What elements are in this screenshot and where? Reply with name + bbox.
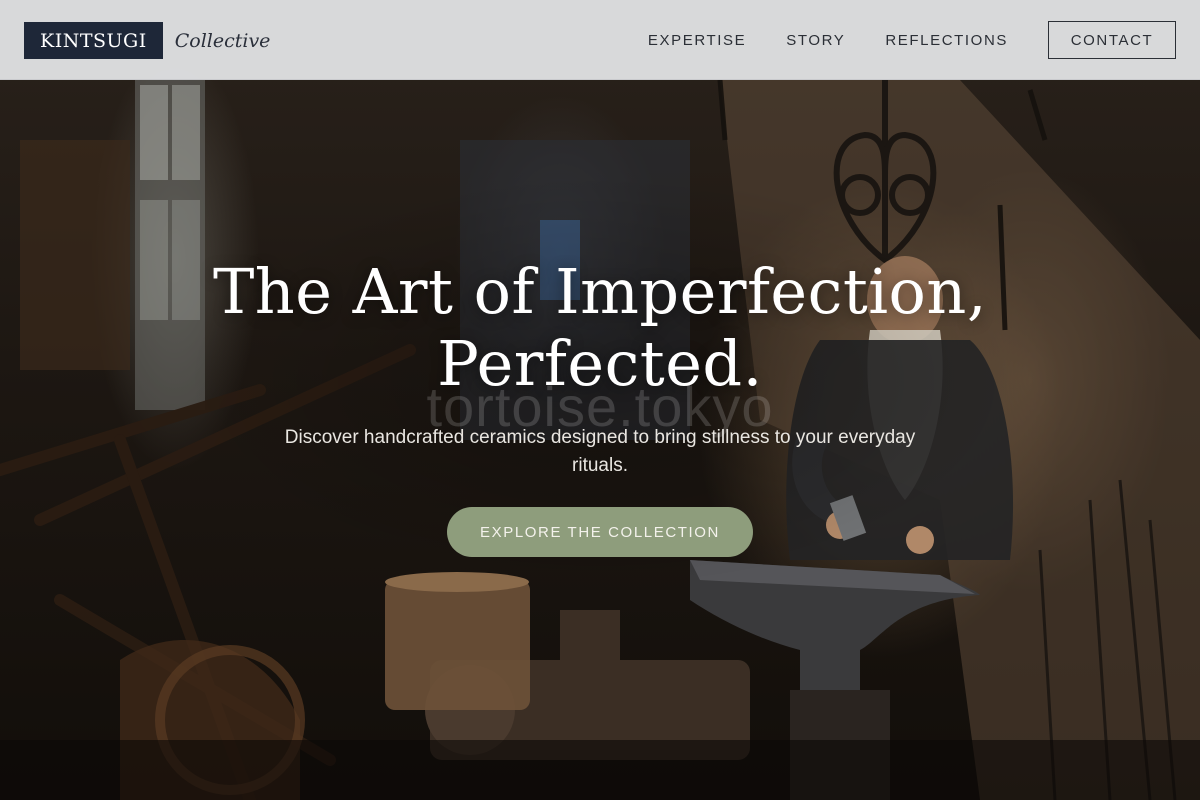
hero-overlay — [0, 0, 1200, 800]
nav-link-expertise[interactable]: EXPERTISE — [648, 32, 746, 49]
brand-name: KINTSUGI — [24, 22, 163, 59]
page: KINTSUGI Collective EXPERTISE STORY REFL… — [0, 0, 1200, 800]
brand-logo[interactable]: KINTSUGI Collective — [24, 22, 270, 59]
main-navigation: EXPERTISE STORY REFLECTIONS CONTACT — [648, 0, 1176, 80]
explore-collection-button[interactable]: EXPLORE THE COLLECTION — [447, 507, 753, 557]
hero-title: The Art of Imperfection, Perfected. — [100, 256, 1100, 400]
hero-title-line-1: The Art of Imperfection, — [212, 255, 988, 328]
hero-content: The Art of Imperfection, Perfected. — [0, 256, 1200, 400]
brand-tagline: Collective — [174, 29, 271, 52]
contact-button[interactable]: CONTACT — [1048, 21, 1176, 59]
hero-background-image — [0, 0, 1200, 800]
hero-title-line-2: Perfected. — [437, 327, 763, 400]
nav-link-reflections[interactable]: REFLECTIONS — [885, 32, 1008, 49]
site-header: KINTSUGI Collective EXPERTISE STORY REFL… — [0, 0, 1200, 80]
nav-link-story[interactable]: STORY — [786, 32, 845, 49]
hero-subtitle: Discover handcrafted ceramics designed t… — [284, 427, 916, 476]
